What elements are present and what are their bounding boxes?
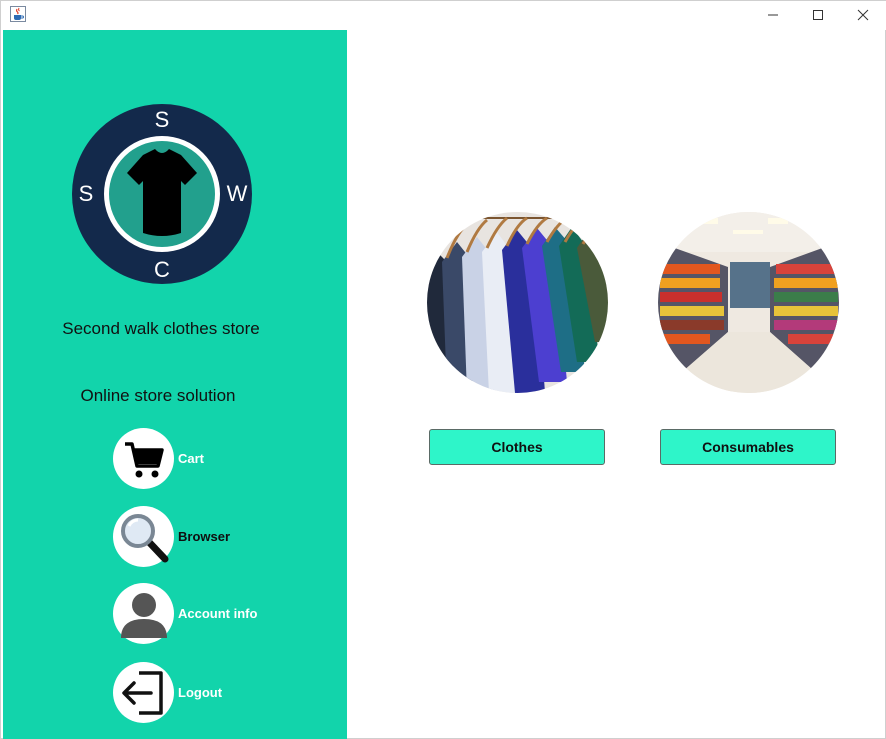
clothes-rack-image bbox=[427, 212, 608, 393]
account-info-label[interactable]: Account info bbox=[178, 606, 257, 621]
store-logo: S S W C bbox=[72, 104, 252, 284]
cart-label[interactable]: Cart bbox=[178, 451, 204, 466]
store-name: Second walk clothes store bbox=[62, 319, 260, 338]
java-cup-icon bbox=[10, 6, 26, 22]
logo-letter-top: S bbox=[155, 107, 170, 132]
cart-icon-circle[interactable] bbox=[113, 428, 174, 489]
maximize-button[interactable] bbox=[795, 1, 841, 29]
browser-icon-circle[interactable] bbox=[113, 506, 174, 567]
logout-nav-item[interactable]: Logout bbox=[113, 662, 313, 724]
account-icon-circle[interactable] bbox=[113, 583, 174, 644]
logo-letter-left: S bbox=[79, 181, 94, 206]
minimize-icon bbox=[768, 14, 778, 16]
minimize-button[interactable] bbox=[750, 1, 796, 29]
maximize-icon bbox=[813, 10, 823, 20]
browser-nav-item[interactable]: Browser bbox=[113, 506, 313, 568]
supermarket-aisle-image bbox=[658, 212, 839, 393]
logout-icon bbox=[121, 670, 163, 715]
logo-letter-bottom: C bbox=[154, 257, 170, 282]
clothes-button[interactable]: Clothes bbox=[429, 429, 605, 465]
logout-icon-circle[interactable] bbox=[113, 662, 174, 723]
close-icon bbox=[857, 9, 869, 21]
logo-letter-right: W bbox=[227, 181, 248, 206]
cart-icon bbox=[124, 441, 164, 477]
browser-label[interactable]: Browser bbox=[178, 529, 230, 544]
logout-label[interactable]: Logout bbox=[178, 685, 222, 700]
account-info-nav-item[interactable]: Account info bbox=[113, 583, 313, 645]
cart-nav-item[interactable]: Cart bbox=[113, 428, 313, 490]
title-bar bbox=[1, 1, 886, 30]
user-icon bbox=[120, 592, 167, 638]
magnifier-icon bbox=[120, 513, 168, 562]
consumables-button[interactable]: Consumables bbox=[660, 429, 836, 465]
sidebar: S S W C Second walk clothes store Online… bbox=[3, 30, 347, 739]
close-button[interactable] bbox=[840, 1, 886, 29]
app-window: S S W C Second walk clothes store Online… bbox=[0, 0, 886, 739]
store-tagline: Online store solution bbox=[80, 386, 236, 405]
